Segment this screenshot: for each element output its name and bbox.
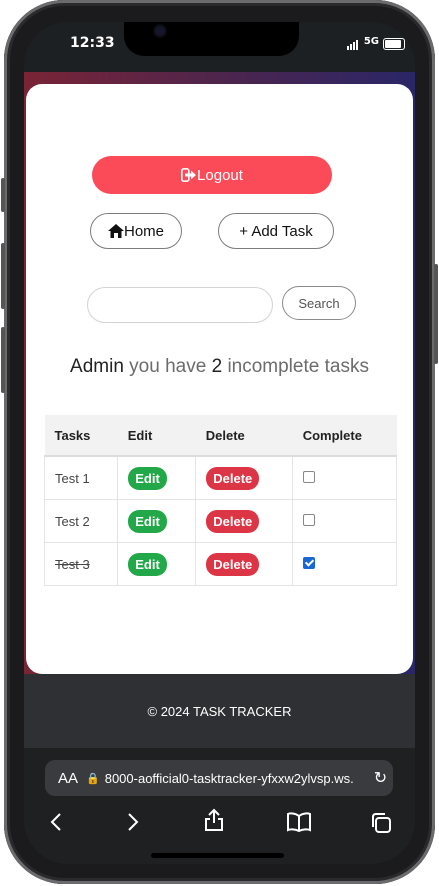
url-text: 8000-aofficial0-tasktracker-yfxxw2ylvsp.… [104,770,354,786]
webpage: Logout Home + Add Task Search Admin you … [24,72,415,748]
delete-button[interactable]: Delete [206,466,260,490]
phone-screen: 12:33 5G Logout Home + Add Task Search A… [24,22,415,864]
complete-checkbox[interactable] [303,470,316,483]
task-name: Test 3 [43,542,118,586]
address-bar[interactable]: AA 🔒 8000-aofficial0-tasktracker-yfxxw2y… [45,760,393,796]
table-row: Test 3 Edit Delete [43,542,397,586]
home-button[interactable]: Home [90,213,182,249]
logout-button[interactable]: Logout [92,156,332,194]
delete-button[interactable]: Delete [206,509,260,533]
clock: 12:33 [70,35,115,51]
back-icon[interactable] [49,812,63,832]
complete-checkbox[interactable] [303,556,316,569]
page-footer: © 2024 TASK TRACKER [24,674,415,748]
side-button [1,243,5,309]
complete-checkbox[interactable] [303,513,316,526]
edit-button[interactable]: Edit [128,552,167,576]
table-row: Test 2 Edit Delete [43,499,397,543]
home-label: Home [123,222,164,240]
side-button [434,264,438,364]
forward-icon[interactable] [126,812,140,832]
delete-button[interactable]: Delete [206,552,260,576]
search-button[interactable]: Search [282,286,356,320]
task-name: Test 2 [43,499,118,543]
task-name: Test 1 [43,456,118,500]
reload-icon[interactable]: ↻ [374,768,387,788]
share-icon[interactable] [203,808,225,832]
column-header-delete: Delete [195,415,293,457]
task-table: Tasks Edit Delete Complete Test 1 Edit D… [43,415,397,586]
browser-toolbar: AA 🔒 8000-aofficial0-tasktracker-yfxxw2y… [24,748,415,864]
add-task-label: + Add Task [239,222,313,240]
logout-icon [181,168,197,182]
logout-label: Logout [197,166,243,184]
home-indicator [151,853,284,858]
table-header-row: Tasks Edit Delete Complete [44,415,397,457]
summary-text: incomplete tasks [227,356,369,377]
summary-count: 2 [211,356,223,377]
network-label: 5G [363,36,379,47]
lock-icon: 🔒 [86,772,100,785]
column-header-edit: Edit [117,415,196,457]
camera-icon [155,26,165,36]
summary-text: you have [129,356,207,377]
home-icon [107,224,124,238]
column-header-complete: Complete [292,415,397,457]
summary-user: Admin [70,356,124,377]
edit-button[interactable]: Edit [128,509,167,533]
table-row: Test 1 Edit Delete [43,456,397,500]
footer-text: © 2024 TASK TRACKER [147,703,292,719]
add-task-button[interactable]: + Add Task [218,213,334,249]
bookmarks-icon[interactable] [286,812,312,832]
task-summary: Admin you have 2 incomplete tasks [26,356,413,378]
search-input[interactable] [87,287,273,323]
column-header-tasks: Tasks [44,415,118,457]
notch [124,22,299,56]
main-card: Logout Home + Add Task Search Admin you … [26,84,413,674]
signal-icon [347,40,361,50]
side-button [1,327,5,393]
edit-button[interactable]: Edit [128,466,167,490]
battery-icon [383,38,405,50]
tabs-icon[interactable] [370,812,392,834]
reader-aa-button[interactable]: AA [58,770,78,787]
side-button [1,178,5,212]
status-bar: 12:33 5G [24,22,415,72]
